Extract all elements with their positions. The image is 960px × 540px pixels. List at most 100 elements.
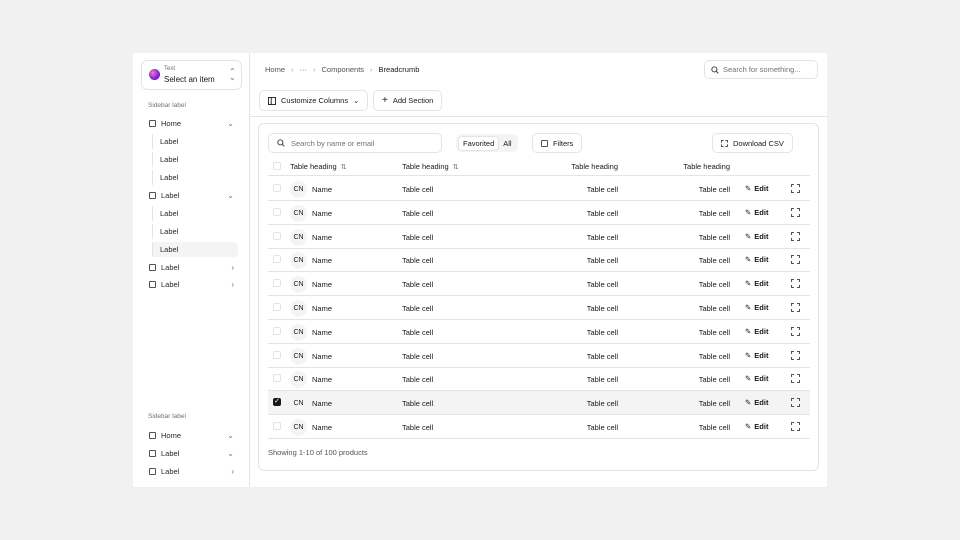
breadcrumb-ellipsis[interactable]: ··· <box>300 65 308 74</box>
edit-button[interactable]: ✎ Edit <box>745 303 768 312</box>
square-icon <box>149 192 156 199</box>
sidebar-item-label[interactable]: Label › <box>141 464 238 479</box>
sidebar-item-label[interactable]: Label ⌄ <box>141 446 238 461</box>
table-row[interactable]: CN Name Table cell Table cell Table cell ✎ Edi… <box>268 415 810 439</box>
filters-button[interactable]: Filters <box>532 133 583 153</box>
row-checkbox[interactable]: ✓ <box>273 398 281 407</box>
table-row[interactable]: CN Name Table cell Table cell Table cell ✎ Edi… <box>268 248 810 273</box>
segment-all[interactable]: All <box>499 137 515 150</box>
row-actions-icon[interactable] <box>791 303 800 312</box>
table-row[interactable]: CN Name Table cell Table cell Table cell ✎ Edi… <box>268 225 810 249</box>
table-row[interactable]: CN Name Table cell Table cell Table cell ✎ Edi… <box>268 367 810 392</box>
column-heading[interactable]: Table heading ⇅ <box>402 162 459 171</box>
avatar: CN <box>290 228 307 246</box>
row-checkbox[interactable] <box>273 184 281 192</box>
row-checkbox[interactable] <box>273 374 281 383</box>
edit-button[interactable]: ✎ Edit <box>745 374 768 383</box>
row-actions-icon[interactable] <box>791 207 800 217</box>
columns-icon <box>268 96 276 105</box>
edit-label: Edit <box>754 279 769 289</box>
table-row[interactable]: CN Name Table cell Table cell Table cell ✎ Edi… <box>268 344 810 368</box>
row-actions-icon[interactable] <box>791 350 800 360</box>
table-cell: Table cell <box>586 327 618 337</box>
breadcrumb-home[interactable]: Home <box>265 65 285 74</box>
table-search-input[interactable]: Search by name or email <box>268 133 442 153</box>
sidebar-subitem[interactable]: Label <box>152 224 238 239</box>
row-checkbox[interactable] <box>273 326 281 335</box>
breadcrumb-current: Breadcrumb <box>378 65 420 74</box>
table-row[interactable]: CN Name Table cell Table cell Table cell ✎ Edi… <box>268 177 810 201</box>
table-cell: Table cell <box>402 208 434 218</box>
table-cell: Table cell <box>698 208 730 218</box>
sidebar-subitem[interactable]: Label <box>152 152 238 167</box>
sidebar-subitem[interactable]: Label <box>152 134 238 149</box>
row-checkbox[interactable] <box>273 303 281 311</box>
sidebar-item-home[interactable]: Home ⌄ <box>141 116 238 131</box>
edit-label: Edit <box>754 255 769 265</box>
global-search-input[interactable]: Search for something... <box>704 60 818 79</box>
pencil-icon: ✎ <box>745 231 752 241</box>
pencil-icon: ✎ <box>745 184 752 193</box>
edit-button[interactable]: ✎ Edit <box>745 232 768 241</box>
item-switcher[interactable]: Text Select an item ⌃ ⌄ <box>141 60 242 90</box>
pencil-icon: ✎ <box>745 279 752 289</box>
row-checkbox[interactable] <box>273 279 281 288</box>
edit-button[interactable]: ✎ Edit <box>745 398 768 407</box>
row-actions-icon[interactable] <box>791 231 800 241</box>
table-cell: Table cell <box>586 375 618 385</box>
row-actions-icon[interactable] <box>791 279 800 289</box>
edit-button[interactable]: ✎ Edit <box>745 351 768 360</box>
chevrons-up-down-icon: ⌃ ⌄ <box>229 67 236 82</box>
edit-button[interactable]: ✎ Edit <box>745 422 768 431</box>
row-checkbox[interactable] <box>273 255 281 264</box>
table-cell: Table cell <box>586 256 618 266</box>
row-checkbox[interactable] <box>273 231 281 240</box>
table-row[interactable]: CN Name Table cell Table cell Table cell ✎ Edi… <box>268 320 810 344</box>
square-icon <box>541 139 548 147</box>
table-cell: Table cell <box>586 351 618 361</box>
table-cell: Table cell <box>586 423 618 432</box>
table-row[interactable]: CN Name Table cell Table cell Table cell ✎ Edi… <box>268 296 810 320</box>
avatar: CN <box>290 395 307 413</box>
chevron-down-icon: ⌄ <box>227 449 234 458</box>
row-name: Name <box>312 256 333 266</box>
row-actions-icon[interactable] <box>791 326 800 336</box>
top-bar: Home › ··· › Components › Breadcrumb Sea… <box>250 53 827 117</box>
sidebar-item-label: Label <box>161 263 180 272</box>
sidebar-item-label[interactable]: Label › <box>141 260 238 275</box>
plus-icon: + <box>382 95 388 106</box>
table-row[interactable]: ✓ CN Name Table cell Table cell Table cell ✎ Ed… <box>268 391 810 416</box>
breadcrumb-components[interactable]: Components <box>322 65 365 74</box>
sidebar-item-home[interactable]: Home ⌄ <box>141 428 238 443</box>
sidebar-item-label[interactable]: Label ⌄ <box>141 188 238 203</box>
select-all-checkbox[interactable] <box>273 162 281 170</box>
row-name: Name <box>312 232 333 242</box>
edit-button[interactable]: ✎ Edit <box>745 184 768 193</box>
edit-button[interactable]: ✎ Edit <box>745 279 768 288</box>
row-actions-icon[interactable] <box>791 374 800 384</box>
segment-favorited[interactable]: Favorited <box>458 135 500 151</box>
sidebar-item-label[interactable]: Label › <box>141 277 238 292</box>
table-cell: Table cell <box>402 351 434 361</box>
add-section-button[interactable]: + Add Section <box>373 90 443 111</box>
sidebar-subitem-active[interactable]: Label <box>152 242 238 257</box>
row-checkbox[interactable] <box>273 422 281 430</box>
row-actions-icon[interactable] <box>791 184 800 193</box>
sidebar-subitem[interactable]: Label <box>152 206 238 221</box>
row-checkbox[interactable] <box>273 350 281 359</box>
row-actions-icon[interactable] <box>791 422 800 431</box>
table-row[interactable]: CN Name Table cell Table cell Table cell ✎ Edi… <box>268 201 810 225</box>
row-actions-icon[interactable] <box>791 398 800 408</box>
customize-columns-button[interactable]: Customize Columns ⌄ <box>259 90 369 111</box>
row-actions-icon[interactable] <box>791 255 800 265</box>
edit-button[interactable]: ✎ Edit <box>745 255 768 264</box>
pencil-icon: ✎ <box>745 207 752 217</box>
row-checkbox[interactable] <box>273 207 281 216</box>
table-row[interactable]: CN Name Table cell Table cell Table cell ✎ Edi… <box>268 272 810 297</box>
row-name: Name <box>312 399 333 409</box>
edit-button[interactable]: ✎ Edit <box>745 208 768 217</box>
edit-button[interactable]: ✎ Edit <box>745 327 768 336</box>
sidebar-subitem[interactable]: Label <box>152 170 238 185</box>
download-csv-button[interactable]: Download CSV <box>712 133 793 153</box>
column-heading[interactable]: Table heading ⇅ <box>290 162 347 171</box>
